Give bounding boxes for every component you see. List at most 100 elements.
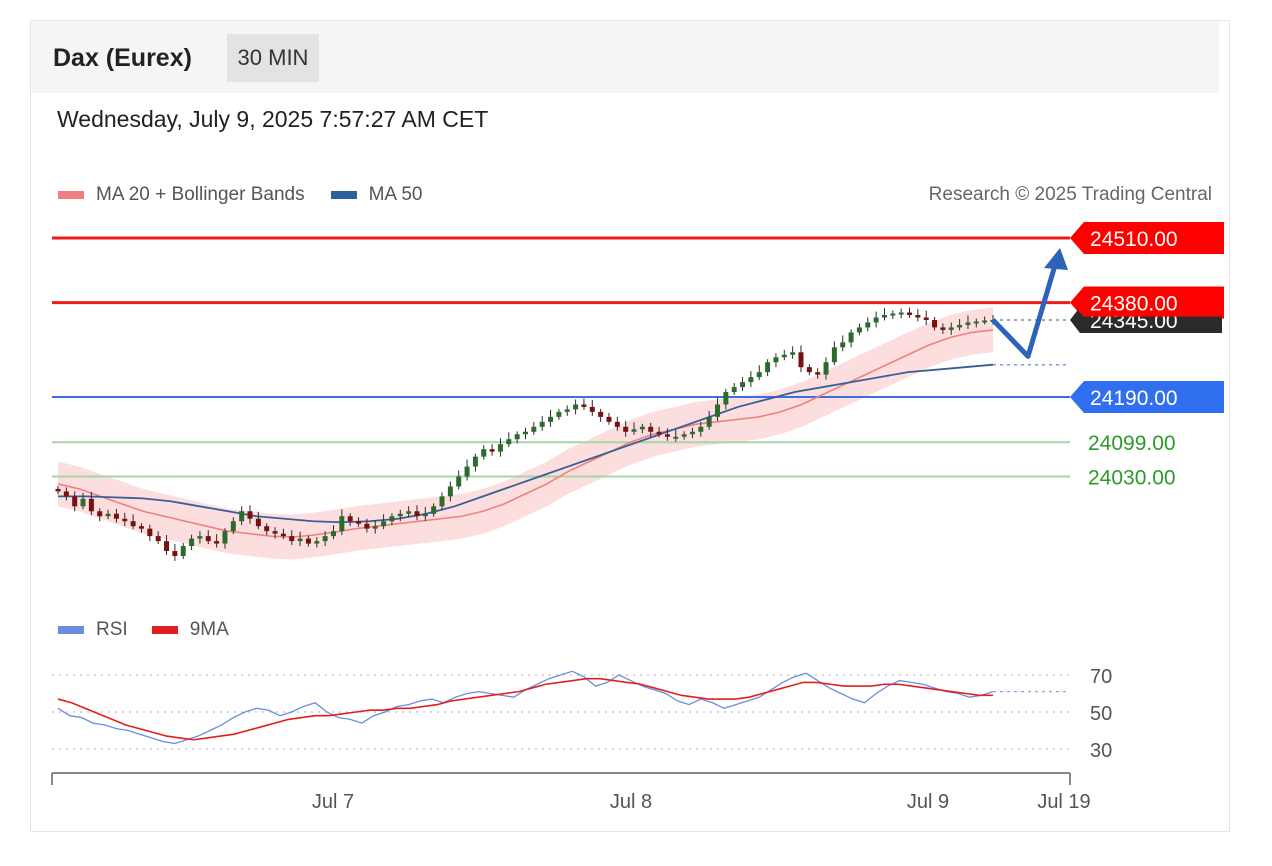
candle-body (873, 317, 879, 323)
candle-body (815, 372, 821, 375)
candle-body (214, 541, 220, 544)
level-label-24190.00: 24190.00 (1090, 387, 1178, 410)
candle-body (481, 449, 487, 457)
candle-body (314, 541, 320, 544)
level-label-24030.00: 24030.00 (1088, 467, 1176, 490)
x-tick-label-3: Jul 19 (1037, 791, 1090, 813)
candle-body (740, 382, 746, 388)
candle-body (756, 372, 762, 378)
level-label-24099.00: 24099.00 (1088, 432, 1176, 455)
candle-body (639, 426, 645, 430)
candle-body (731, 387, 737, 393)
candle-body (72, 496, 78, 507)
candle-body (439, 496, 445, 507)
candle-body (965, 322, 971, 325)
candle-body (289, 536, 295, 542)
candle-body (347, 516, 353, 522)
forecast-arrow-line (991, 261, 1059, 359)
candle-body (364, 523, 370, 529)
candle-body (489, 449, 495, 452)
candle-body (372, 526, 378, 529)
candle-body (656, 431, 662, 435)
candle-body (698, 426, 704, 432)
candle-body (773, 357, 779, 363)
candle-body (940, 327, 946, 330)
candle-body (88, 498, 94, 512)
candle-body (765, 362, 771, 373)
x-tick-label-1: Jul 8 (610, 791, 652, 813)
rsi-line (57, 670, 994, 745)
level-label-24380-top: 24380.00 (1090, 293, 1178, 316)
candle-body (923, 317, 929, 320)
candle-body (330, 531, 336, 537)
candle-body (856, 327, 862, 333)
candle-body (598, 411, 604, 417)
candle-body (147, 528, 153, 537)
candle-body (322, 536, 328, 542)
candle-body (264, 526, 270, 532)
candle-body (840, 342, 846, 348)
candle-body (623, 426, 629, 432)
candle-body (715, 404, 721, 417)
price-chart: 24510.00 24380.00 24190.00 24099.00 24030.00… (51, 222, 1224, 813)
candle-body (431, 506, 437, 514)
candle-body (164, 541, 170, 552)
candle-body (138, 526, 144, 529)
candle-body (564, 409, 570, 412)
candle-body (589, 406, 595, 412)
candle-body (155, 536, 161, 542)
candle-body (447, 486, 453, 497)
rsi-ma9-line (57, 677, 993, 741)
rsi-level-label-30: 30 (1090, 740, 1112, 762)
candle-body (523, 431, 528, 435)
candle-body (406, 511, 412, 514)
candle-body (865, 322, 871, 328)
candle-body (414, 511, 420, 517)
x-tick-label-0: Jul 7 (312, 791, 354, 813)
candle-body (806, 367, 812, 373)
candle-body (506, 439, 512, 445)
forecast-arrow-head-icon (1044, 248, 1068, 270)
candle-body (247, 511, 253, 519)
candle-body (397, 513, 403, 517)
candle-body (890, 313, 896, 316)
x-tick-label-2: Jul 9 (907, 791, 949, 813)
candle-body (105, 513, 111, 517)
candle-body (614, 421, 620, 427)
candle-body (514, 434, 520, 440)
candle-body (982, 320, 988, 323)
candle-body (898, 312, 904, 315)
candle-body (907, 312, 913, 316)
candle-body (464, 466, 470, 477)
candle-body (197, 536, 203, 539)
candle-body (80, 498, 86, 507)
candle-body (172, 551, 178, 556)
candle-body (631, 429, 637, 432)
candle-body (539, 421, 545, 427)
candle-body (932, 319, 938, 328)
candle-body (356, 521, 362, 524)
candle-body (55, 488, 61, 492)
candle-body (280, 533, 286, 537)
candle-body (472, 456, 478, 467)
candle-body (823, 362, 829, 375)
candle-body (205, 536, 211, 542)
candle-body (573, 404, 579, 410)
candle-body (798, 352, 804, 368)
candle-body (723, 392, 729, 405)
candle-body (531, 426, 537, 432)
candle-body (122, 518, 128, 522)
candle-body (389, 516, 395, 522)
candle-body (189, 538, 195, 547)
candle-body (790, 352, 796, 355)
candle-body (422, 513, 428, 517)
candle-body (222, 531, 228, 544)
candle-body (681, 434, 687, 437)
candle-body (381, 521, 387, 527)
candle-body (255, 518, 261, 527)
candle-body (957, 324, 963, 328)
candle-body (556, 411, 562, 417)
candle-body (881, 315, 887, 318)
candle-body (497, 444, 503, 452)
rsi-level-label-50: 50 (1090, 703, 1112, 725)
